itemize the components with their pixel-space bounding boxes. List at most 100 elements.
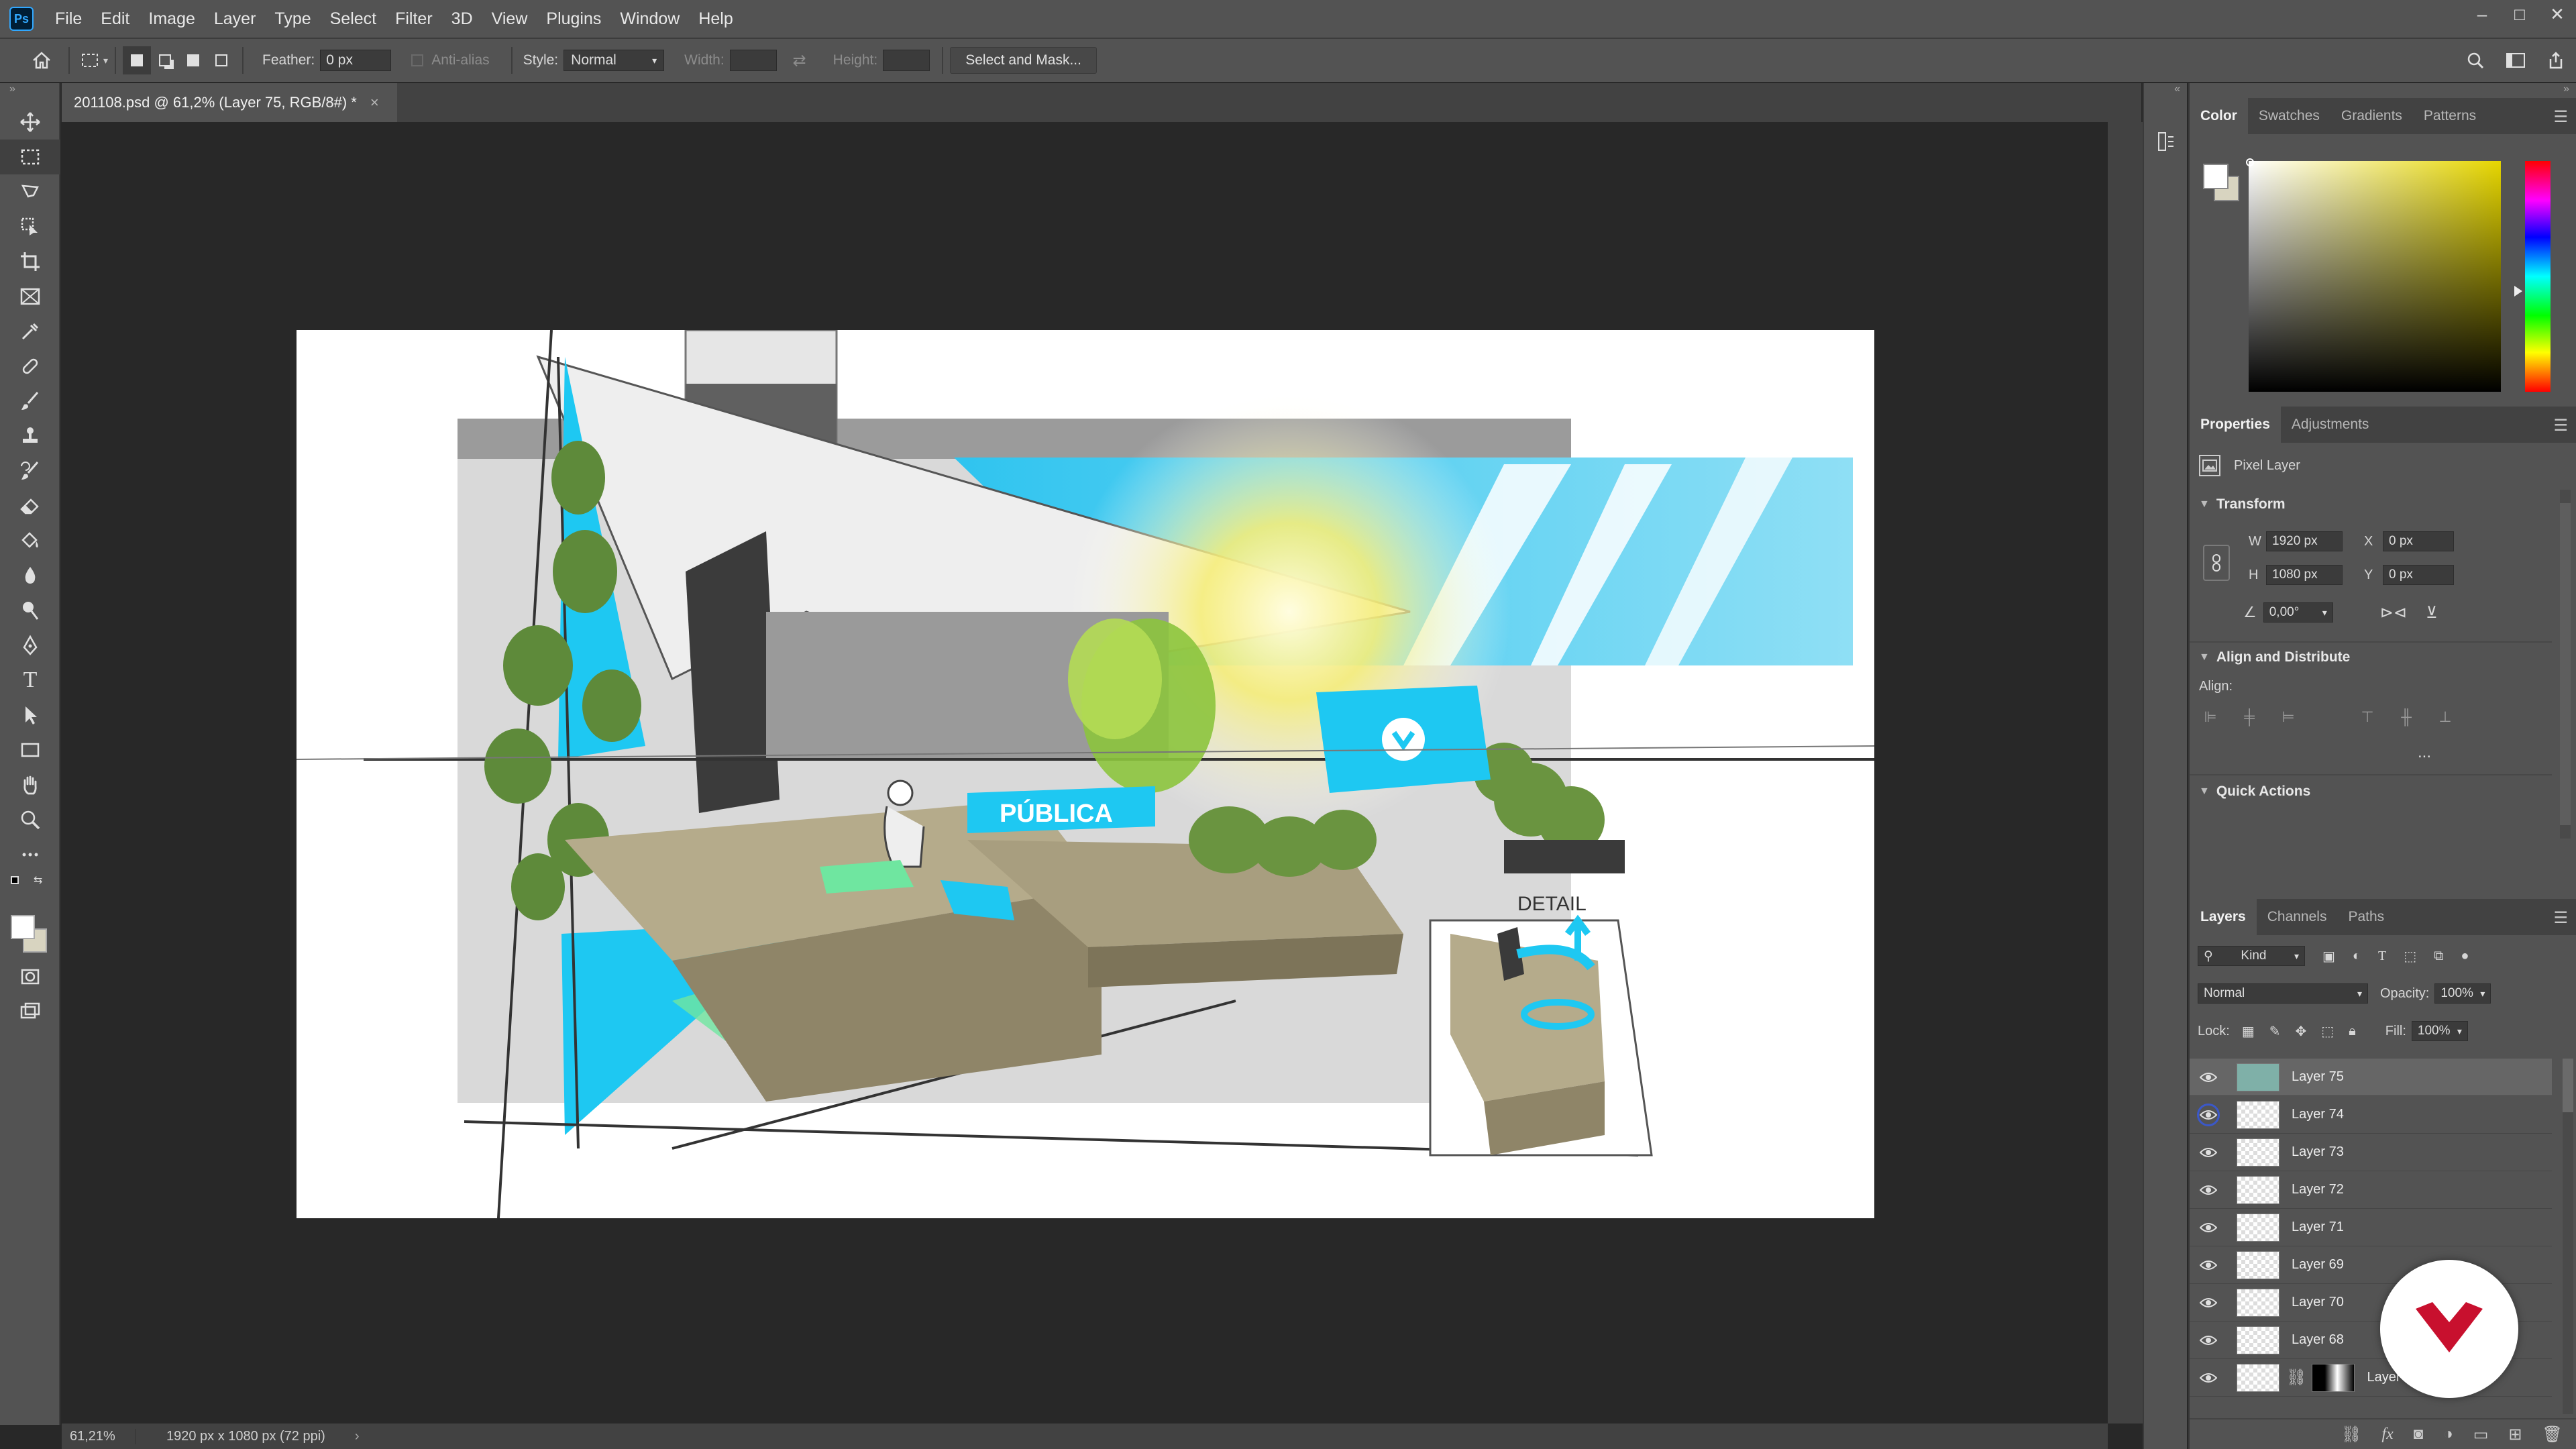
filter-type-icon[interactable]: T <box>2378 949 2386 964</box>
color-swatch-tool[interactable] <box>0 912 59 959</box>
visibility-eye-icon[interactable] <box>2190 1284 2227 1322</box>
chevron-down-icon[interactable]: ▾ <box>103 55 108 66</box>
properties-scroll-thumb[interactable] <box>2560 503 2571 825</box>
layer-name[interactable]: Layer 69 <box>2292 1257 2344 1273</box>
width-field[interactable]: 1920 px <box>2266 531 2343 551</box>
filter-pixel-icon[interactable]: ▣ <box>2322 948 2335 965</box>
align-left-icon[interactable]: ⊫ <box>2199 706 2222 729</box>
tab-color[interactable]: Color <box>2190 98 2248 134</box>
search-icon[interactable] <box>2462 47 2489 74</box>
move-tool-icon[interactable] <box>0 105 60 140</box>
tab-properties[interactable]: Properties <box>2190 407 2281 443</box>
layers-scroll-thumb[interactable] <box>2563 1059 2573 1112</box>
visibility-eye-icon[interactable] <box>2190 1171 2227 1209</box>
lock-pixels-icon[interactable]: ✎ <box>2269 1023 2281 1040</box>
default-colors-icon[interactable]: ⇆ <box>0 872 59 912</box>
visibility-eye-icon[interactable] <box>2190 1359 2227 1397</box>
properties-scrollbar[interactable] <box>2560 490 2571 839</box>
x-field[interactable]: 0 px <box>2383 531 2454 551</box>
clone-stamp-tool-icon[interactable] <box>0 419 60 453</box>
expand-toolbar-icon[interactable]: » <box>0 83 59 98</box>
visibility-eye-icon[interactable] <box>2190 1134 2227 1171</box>
y-field[interactable]: 0 px <box>2383 565 2454 585</box>
opacity-field[interactable]: 100% ▾ <box>2434 983 2491 1004</box>
layer-row[interactable]: Layer 71 <box>2190 1209 2552 1246</box>
link-dimensions-icon[interactable] <box>2203 545 2230 581</box>
visibility-eye-icon[interactable] <box>2190 1322 2227 1359</box>
eyedropper-tool-icon[interactable] <box>0 314 60 349</box>
swap-colors-icon[interactable]: ⇆ <box>34 873 42 887</box>
filter-smart-object-icon[interactable]: ⧉ <box>2434 949 2443 964</box>
edit-toolbar-icon[interactable] <box>0 837 60 872</box>
maximize-button[interactable]: □ <box>2501 0 2538 28</box>
menu-image[interactable]: Image <box>139 0 204 38</box>
angle-field[interactable]: 0,00° ▾ <box>2263 602 2333 623</box>
path-selection-tool-icon[interactable] <box>0 698 60 733</box>
lock-position-icon[interactable]: ✥ <box>2295 1023 2306 1040</box>
more-options-icon[interactable]: ... <box>2418 743 2431 762</box>
layer-row[interactable]: Layer 73 <box>2190 1134 2552 1171</box>
screen-mode-icon[interactable] <box>0 994 60 1029</box>
canvas-area[interactable]: PÚBLICA DETAIL <box>62 122 2108 1424</box>
filter-toggle-icon[interactable]: ● <box>2461 949 2469 964</box>
swap-dimensions-icon[interactable]: ⇄ <box>786 47 813 74</box>
frame-tool-icon[interactable] <box>0 279 60 314</box>
hamburger-menu-icon[interactable]: ☰ <box>2553 107 2568 127</box>
paint-bucket-tool-icon[interactable] <box>0 523 60 558</box>
zoom-level[interactable]: 61,21% <box>62 1428 136 1444</box>
menu-plugins[interactable]: Plugins <box>537 0 610 38</box>
align-top-icon[interactable]: ⊤ <box>2356 706 2379 729</box>
layer-mask-thumbnail[interactable] <box>2312 1363 2355 1392</box>
intersect-selection-button[interactable] <box>207 46 235 74</box>
layers-scrollbar[interactable] <box>2563 1059 2573 1414</box>
hamburger-menu-icon[interactable]: ☰ <box>2553 416 2568 435</box>
fill-field[interactable]: 100% ▾ <box>2411 1021 2468 1041</box>
align-vcenter-icon[interactable]: ╫ <box>2395 706 2418 729</box>
crop-tool-icon[interactable] <box>0 244 60 279</box>
layer-name[interactable]: Layer 68 <box>2292 1332 2344 1348</box>
tab-swatches[interactable]: Swatches <box>2248 98 2330 134</box>
home-icon[interactable] <box>28 47 55 74</box>
height-field[interactable]: 1080 px <box>2266 565 2343 585</box>
new-group-icon[interactable]: ▭ <box>2473 1425 2489 1444</box>
delete-layer-icon[interactable]: 🗑︎ <box>2542 1425 2563 1444</box>
visibility-eye-icon[interactable] <box>2190 1209 2227 1246</box>
subtract-from-selection-button[interactable] <box>179 46 207 74</box>
foreground-swatch[interactable] <box>2203 164 2229 189</box>
layer-filter-kind-select[interactable]: ⚲ Kind ▾ <box>2198 946 2305 966</box>
close-window-button[interactable]: ✕ <box>2538 0 2576 28</box>
layer-row[interactable]: Layer 74 <box>2190 1096 2552 1134</box>
lock-artboard-icon[interactable]: ⬚ <box>2321 1023 2334 1040</box>
flip-horizontal-icon[interactable]: ⊳⊲ <box>2380 603 2407 623</box>
tab-patterns[interactable]: Patterns <box>2413 98 2487 134</box>
visibility-eye-icon[interactable] <box>2190 1059 2227 1096</box>
style-select[interactable]: Normal ▾ <box>564 50 665 71</box>
menu-edit[interactable]: Edit <box>91 0 139 38</box>
history-brush-tool-icon[interactable] <box>0 453 60 488</box>
menu-help[interactable]: Help <box>689 0 742 38</box>
healing-brush-tool-icon[interactable] <box>0 349 60 384</box>
hue-slider[interactable] <box>2525 161 2551 392</box>
new-selection-button[interactable] <box>123 46 152 74</box>
close-tab-icon[interactable]: × <box>370 94 379 111</box>
quick-mask-icon[interactable] <box>0 959 60 994</box>
hamburger-menu-icon[interactable]: ☰ <box>2553 908 2568 928</box>
fg-bg-swatches[interactable] <box>2203 164 2243 204</box>
blend-mode-select[interactable]: Normal ▾ <box>2198 983 2368 1004</box>
hand-tool-icon[interactable] <box>0 767 60 802</box>
align-right-icon[interactable]: ⊨ <box>2277 706 2300 729</box>
layer-name[interactable]: Layer 74 <box>2292 1107 2344 1122</box>
flip-vertical-icon[interactable]: ⊻ <box>2426 603 2438 623</box>
menu-type[interactable]: Type <box>265 0 320 38</box>
select-and-mask-button[interactable]: Select and Mask... <box>950 47 1097 74</box>
marquee-preset-icon[interactable] <box>76 47 103 74</box>
visibility-eye-icon[interactable] <box>2190 1246 2227 1284</box>
layer-name[interactable]: Layer 70 <box>2292 1295 2344 1310</box>
menu-layer[interactable]: Layer <box>205 0 266 38</box>
add-mask-icon[interactable]: ◙ <box>2414 1425 2424 1444</box>
status-menu-icon[interactable]: › <box>355 1429 360 1444</box>
layer-row[interactable]: Layer 75 <box>2190 1059 2552 1096</box>
tab-adjustments[interactable]: Adjustments <box>2281 407 2380 443</box>
blur-tool-icon[interactable] <box>0 558 60 593</box>
layer-row[interactable]: Layer 72 <box>2190 1171 2552 1209</box>
